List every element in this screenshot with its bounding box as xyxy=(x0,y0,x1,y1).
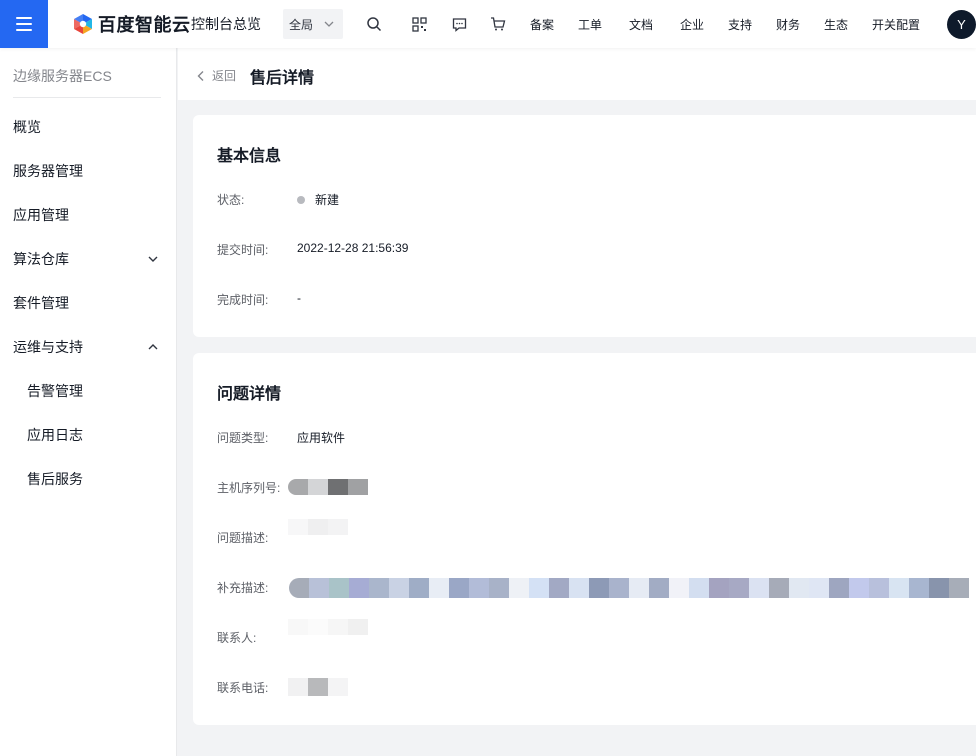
menu-toggle-button[interactable] xyxy=(0,0,48,48)
cart-icon[interactable] xyxy=(488,14,508,34)
console-overview-link[interactable]: 控制台总览 xyxy=(191,14,261,34)
supplement-label: 补充描述: xyxy=(217,581,269,595)
phone-label: 联系电话: xyxy=(217,681,269,695)
sidebar-item-algorithm-repo[interactable]: 算法仓库 xyxy=(0,237,177,281)
sidebar-product-title: 边缘服务器ECS xyxy=(13,68,112,84)
sidebar-item-app-logs[interactable]: 应用日志 xyxy=(0,413,177,457)
submit-time-label: 提交时间: xyxy=(217,243,269,257)
submit-time-value: 2022-12-28 21:56:39 xyxy=(297,241,409,255)
nav-link-ecosystem[interactable]: 生态 xyxy=(824,16,848,33)
contact-label: 联系人: xyxy=(217,631,257,645)
contact-redacted xyxy=(288,619,368,635)
sidebar-divider xyxy=(13,97,161,98)
sidebar-item-label: 算法仓库 xyxy=(13,251,69,267)
issue-detail-card: 问题详情 问题类型: 应用软件 主机序列号: 问题描述: 补充描述: 联系人: … xyxy=(193,353,976,725)
host-serial-redacted xyxy=(288,479,368,495)
card-title: 基本信息 xyxy=(217,148,282,165)
message-icon[interactable] xyxy=(449,14,469,34)
page-title: 售后详情 xyxy=(250,70,315,87)
sidebar-item-label: 告警管理 xyxy=(27,383,83,399)
card-title: 问题详情 xyxy=(217,386,282,403)
menu-icon-line xyxy=(16,17,32,19)
nav-link-docs[interactable]: 文档 xyxy=(629,16,653,33)
page-header: 返回 售后详情 xyxy=(178,48,976,100)
sidebar-item-label: 服务器管理 xyxy=(13,163,83,179)
sidebar-item-label: 套件管理 xyxy=(13,295,69,311)
brand-name: 百度智能云 xyxy=(98,15,191,35)
issue-type-value: 应用软件 xyxy=(297,431,346,445)
menu-icon-line xyxy=(16,29,32,31)
complete-time-value: - xyxy=(297,291,301,305)
nav-link-support[interactable]: 支持 xyxy=(728,16,752,33)
nav-link-finance[interactable]: 财务 xyxy=(776,16,800,33)
sidebar-item-overview[interactable]: 概览 xyxy=(0,105,177,149)
chevron-down-icon xyxy=(148,256,158,262)
sidebar-item-ops-support[interactable]: 运维与支持 xyxy=(0,325,177,369)
back-button[interactable]: 返回 xyxy=(196,67,236,84)
host-serial-label: 主机序列号: xyxy=(217,481,281,495)
sidebar-item-label: 售后服务 xyxy=(27,471,83,487)
complete-time-label: 完成时间: xyxy=(217,293,269,307)
supplement-redacted xyxy=(289,578,969,598)
sidebar-item-server-management[interactable]: 服务器管理 xyxy=(0,149,177,193)
scope-select-value: 全局 xyxy=(289,17,314,32)
status-dot-icon xyxy=(297,195,305,204)
nav-link-enterprise[interactable]: 企业 xyxy=(680,16,704,33)
qr-code-icon[interactable] xyxy=(409,14,429,34)
chevron-up-icon xyxy=(148,344,158,350)
issue-description-label: 问题描述: xyxy=(217,531,269,545)
sidebar-item-suite-management[interactable]: 套件管理 xyxy=(0,281,177,325)
issue-type-label: 问题类型: xyxy=(217,431,269,445)
basic-info-card: 基本信息 状态: 新建 提交时间: 2022-12-28 21:56:39 完成… xyxy=(193,115,976,337)
chevron-down-icon xyxy=(324,21,334,27)
status-value: 新建 xyxy=(315,193,340,207)
region-scope-select[interactable]: 全局 xyxy=(283,9,343,39)
sidebar-item-label: 应用管理 xyxy=(13,207,69,223)
top-navigation-bar: 百度智能云 控制台总览 全局 备案 工单 文档 企业 支持 财务 生态 开关配置… xyxy=(0,0,976,48)
sidebar: 边缘服务器ECS 概览 服务器管理 应用管理 算法仓库 套件管理 运维与支持 告… xyxy=(0,48,177,756)
baidu-cloud-logo-icon xyxy=(74,14,92,34)
sidebar-item-app-management[interactable]: 应用管理 xyxy=(0,193,177,237)
nav-link-icp-filing[interactable]: 备案 xyxy=(530,16,554,33)
nav-link-switch-config[interactable]: 开关配置 xyxy=(872,16,920,33)
status-label: 状态: xyxy=(217,193,245,207)
user-avatar[interactable]: Y xyxy=(947,10,976,39)
status-badge: 新建 xyxy=(297,191,339,208)
phone-redacted xyxy=(288,678,348,696)
menu-icon-line xyxy=(16,23,32,25)
sidebar-item-after-sales[interactable]: 售后服务 xyxy=(0,457,177,501)
sidebar-item-label: 应用日志 xyxy=(27,427,83,443)
issue-description-redacted xyxy=(288,519,348,535)
back-label: 返回 xyxy=(212,69,237,83)
chevron-left-icon xyxy=(197,70,204,81)
search-icon[interactable] xyxy=(364,14,384,34)
sidebar-item-label: 概览 xyxy=(13,119,41,135)
brand-logo[interactable]: 百度智能云 xyxy=(72,12,191,36)
sidebar-item-label: 运维与支持 xyxy=(13,339,83,355)
nav-link-ticket[interactable]: 工单 xyxy=(578,16,602,33)
sidebar-item-alert-management[interactable]: 告警管理 xyxy=(0,369,177,413)
